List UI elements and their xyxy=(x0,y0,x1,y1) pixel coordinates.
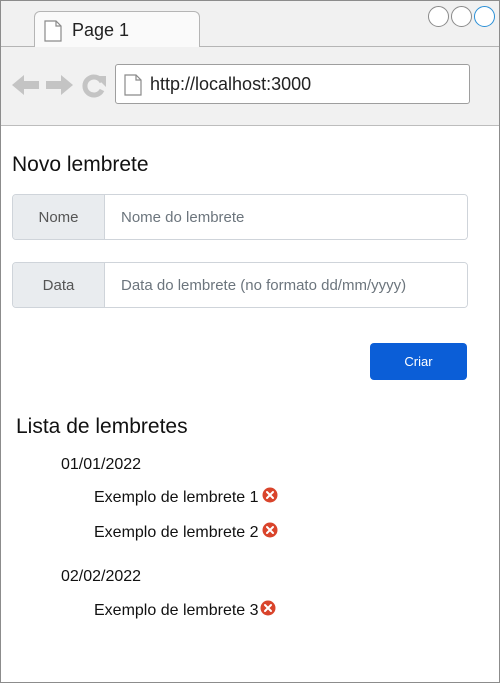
list-item: Exemplo de lembrete 3 xyxy=(94,600,276,621)
remove-circle-icon[interactable] xyxy=(262,522,278,543)
name-label: Nome xyxy=(13,195,105,239)
list-item: Exemplo de lembrete 2 xyxy=(94,522,278,543)
remove-circle-icon[interactable] xyxy=(260,600,276,621)
page-content: Novo lembrete Nome Data Criar Lista de l… xyxy=(1,126,499,682)
page-icon xyxy=(124,74,142,101)
page-icon xyxy=(44,20,62,47)
create-button[interactable]: Criar xyxy=(370,343,467,380)
date-input-group: Data xyxy=(12,262,468,308)
date-label: Data xyxy=(13,263,105,307)
list-title: Lista de lembretes xyxy=(16,415,188,438)
window-minimize-button[interactable] xyxy=(428,6,449,27)
window-close-button[interactable] xyxy=(474,6,495,27)
remove-circle-icon[interactable] xyxy=(262,487,278,508)
window-maximize-button[interactable] xyxy=(451,6,472,27)
reminder-group-date: 01/01/2022 xyxy=(61,456,142,473)
address-url[interactable]: http://localhost:3000 xyxy=(150,74,311,95)
reminder-text: Exemplo de lembrete 1 xyxy=(94,488,259,506)
reminder-text: Exemplo de lembrete 3 xyxy=(94,601,259,619)
browser-window: Page 1 http://localhost:3000 Novo lembre… xyxy=(0,0,500,683)
tab-divider xyxy=(1,46,35,47)
form-title: Novo lembrete xyxy=(12,153,149,176)
reminder-group-date: 02/02/2022 xyxy=(61,568,142,585)
browser-tab[interactable]: Page 1 xyxy=(34,11,200,47)
list-item: Exemplo de lembrete 1 xyxy=(94,487,278,508)
tab-divider xyxy=(199,46,499,47)
reload-icon[interactable] xyxy=(81,73,107,104)
window-controls xyxy=(428,6,495,27)
arrow-right-icon[interactable] xyxy=(45,73,73,102)
name-input[interactable] xyxy=(105,195,467,239)
address-bar[interactable]: http://localhost:3000 xyxy=(115,64,470,104)
browser-chrome: Page 1 http://localhost:3000 xyxy=(1,1,499,126)
date-input[interactable] xyxy=(105,263,467,307)
arrow-left-icon[interactable] xyxy=(12,73,40,102)
name-input-group: Nome xyxy=(12,194,468,240)
reminder-text: Exemplo de lembrete 2 xyxy=(94,523,259,541)
tab-title: Page 1 xyxy=(72,20,130,40)
